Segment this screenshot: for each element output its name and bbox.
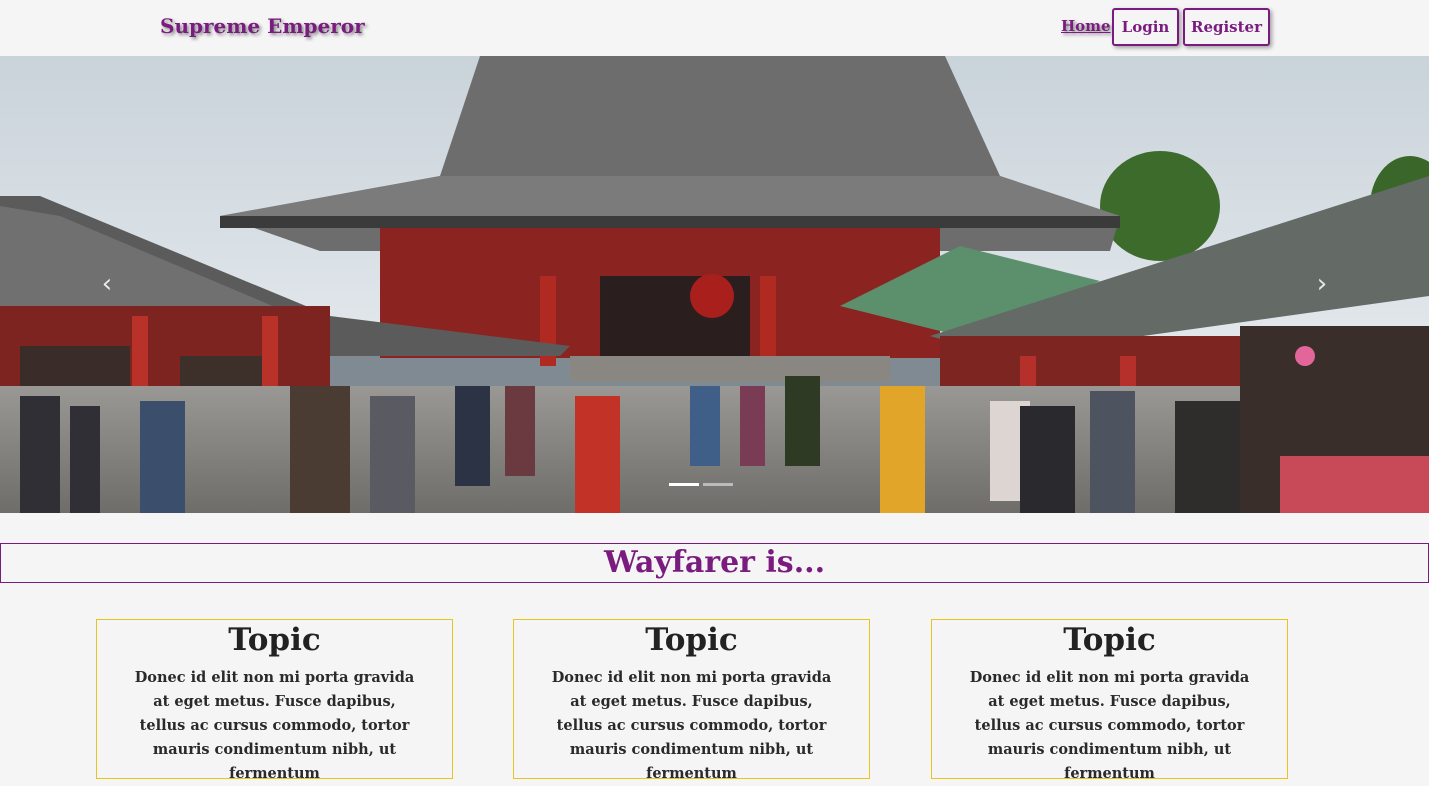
card-body: Donec id elit non mi porta gravida at eg… xyxy=(551,669,832,782)
topic-card: Topic Donec id elit non mi porta gravida… xyxy=(513,619,870,782)
card-title: Topic xyxy=(1063,622,1156,658)
hero-carousel: ‹ › xyxy=(0,56,1429,513)
card-title: Topic xyxy=(645,622,738,658)
carousel-next-button[interactable]: › xyxy=(1308,270,1336,298)
brand-logo[interactable]: Supreme Emperor xyxy=(160,14,365,38)
carousel-indicator[interactable] xyxy=(703,483,733,486)
chevron-right-icon: › xyxy=(1316,269,1328,299)
navbar: Supreme Emperor Home Login Register xyxy=(0,0,1429,56)
chevron-left-icon: ‹ xyxy=(101,269,113,299)
nav-home-link[interactable]: Home xyxy=(1061,17,1111,35)
card-title: Topic xyxy=(228,622,321,658)
topic-card: Topic Donec id elit non mi porta gravida… xyxy=(96,619,453,782)
section-heading: Wayfarer is... xyxy=(0,543,1429,583)
card-body: Donec id elit non mi porta gravida at eg… xyxy=(969,669,1250,782)
hero-image xyxy=(0,56,1429,513)
carousel-indicators xyxy=(669,483,733,486)
register-button[interactable]: Register xyxy=(1183,8,1270,46)
card-body: Donec id elit non mi porta gravida at eg… xyxy=(134,669,415,782)
login-button[interactable]: Login xyxy=(1112,8,1179,46)
carousel-indicator[interactable] xyxy=(669,483,699,486)
carousel-prev-button[interactable]: ‹ xyxy=(93,270,121,298)
topic-card: Topic Donec id elit non mi porta gravida… xyxy=(931,619,1288,782)
